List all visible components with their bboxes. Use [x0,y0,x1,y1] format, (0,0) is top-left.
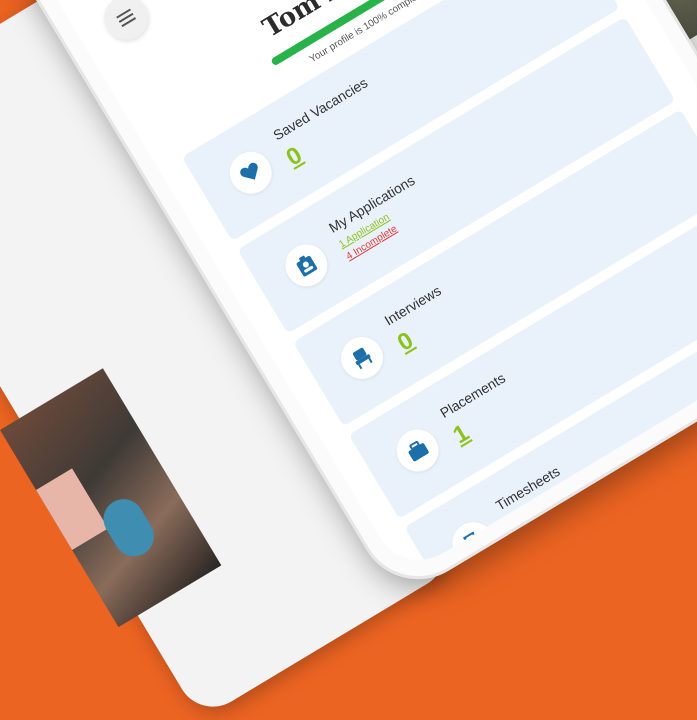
card-title: Timesheets [492,462,563,514]
hourglass-icon [444,514,503,572]
photo-detail [36,468,109,551]
heart-icon [221,143,280,202]
chair-icon [333,329,391,387]
saved-vacancies-count-link[interactable]: 0 [282,142,308,173]
menu-icon [116,8,137,28]
badge-icon [277,236,336,295]
interviews-count-link[interactable]: 0 [393,327,419,358]
placements-count-link[interactable]: 1 [448,419,474,450]
submitted-timesheets-link[interactable]: 0 Submitted [511,503,562,540]
card-title: Saved Vacancies [270,74,371,144]
photo-detail [96,491,162,564]
briefcase-icon [388,421,447,480]
card-title: Interviews [381,282,444,329]
menu-button[interactable] [95,0,157,49]
card-title: Placements [437,369,509,422]
